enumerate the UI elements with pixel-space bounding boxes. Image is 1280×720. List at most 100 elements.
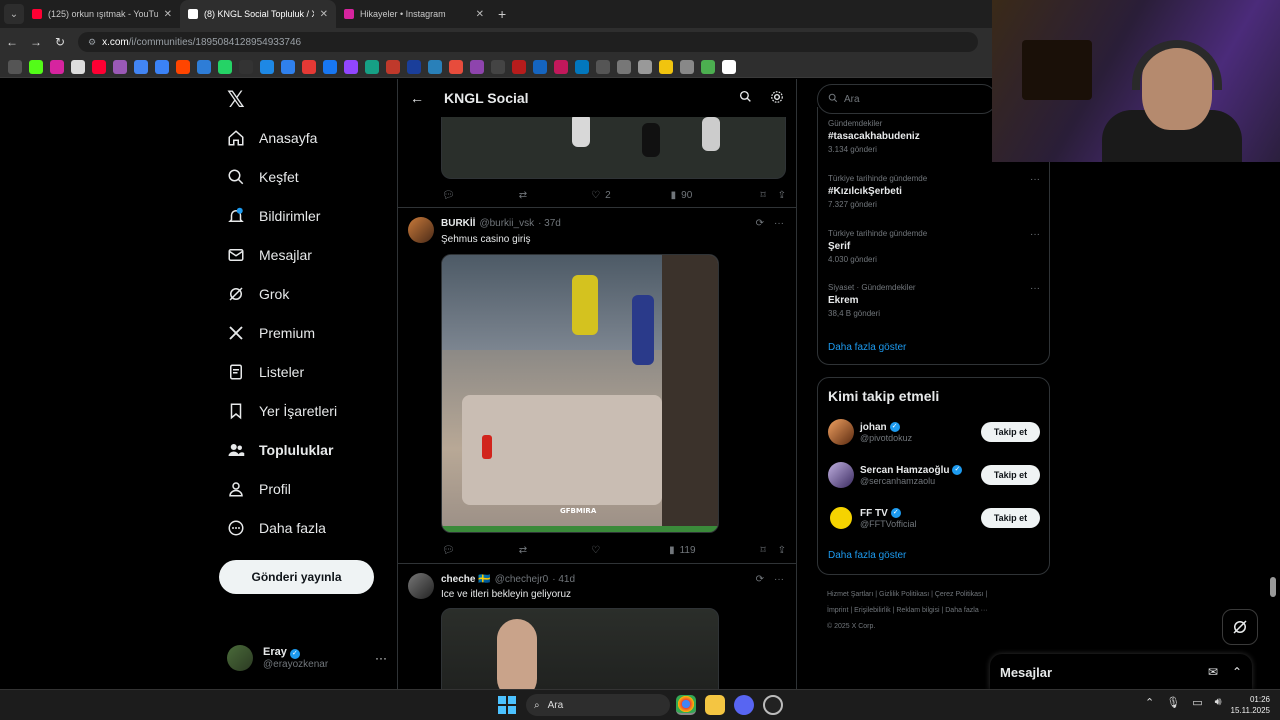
bookmark-icon[interactable] <box>638 59 652 74</box>
close-icon[interactable]: ✕ <box>320 9 328 20</box>
retweet-icon[interactable]: ⇄ <box>519 545 527 556</box>
tab-search-button[interactable]: ⌄ <box>4 4 24 24</box>
bookmark-icon[interactable] <box>449 59 463 74</box>
x-logo-icon[interactable]: 𝕏 <box>227 87 245 113</box>
bookmark-icon[interactable] <box>302 59 316 74</box>
nav-item-messages[interactable]: Mesajlar <box>227 246 312 264</box>
views-button[interactable]: ▮ 119 <box>669 545 695 556</box>
discord-icon[interactable] <box>734 695 754 715</box>
back-icon[interactable]: ← <box>0 35 24 49</box>
nav-item-grok[interactable]: Grok <box>227 285 289 303</box>
bookmark-icon[interactable] <box>491 59 505 74</box>
apps-icon[interactable] <box>8 59 22 74</box>
more-icon[interactable]: ··· <box>1030 174 1040 185</box>
bookmark-icon[interactable] <box>596 59 610 74</box>
expand-icon[interactable]: ⌃ <box>1232 665 1242 679</box>
post-button[interactable]: Gönderi yayınla <box>219 560 374 594</box>
bookmark-icon[interactable] <box>554 59 568 74</box>
bookmark-icon[interactable] <box>386 59 400 74</box>
grok-icon[interactable]: ⟳ <box>756 574 764 585</box>
scrollbar[interactable] <box>1270 577 1276 597</box>
author-name[interactable]: cheche 🇸🇪 <box>441 574 491 585</box>
bookmark-icon[interactable] <box>281 59 295 74</box>
nav-item-lists[interactable]: Listeler <box>227 363 304 381</box>
url-input[interactable]: ⚙ x.com/i/communities/189508412895493374… <box>78 32 978 52</box>
tab-instagram[interactable]: Hikayeler • Instagram ✕ <box>336 0 492 28</box>
post-time[interactable]: · 41d <box>552 574 575 585</box>
post[interactable]: cheche 🇸🇪 @chechejr0 · 41d ⟳ ··· Ice ve … <box>398 563 796 689</box>
nav-item-profile[interactable]: Profil <box>227 480 291 498</box>
more-icon[interactable]: ··· <box>375 651 387 665</box>
follow-button[interactable]: Takip et <box>981 465 1040 485</box>
microphone-icon[interactable]: 🎙︎ <box>1166 696 1180 709</box>
grok-icon[interactable]: ⟳ <box>756 218 764 229</box>
search-icon[interactable] <box>739 90 752 107</box>
bookmark-icon[interactable]: ⌑ <box>760 190 765 201</box>
follow-suggestion[interactable]: FF TV ✓ @FFTVofficial Takip et <box>828 503 1040 533</box>
more-icon[interactable]: ··· <box>1030 229 1040 240</box>
bookmark-icon[interactable] <box>197 59 211 74</box>
follow-button[interactable]: Takip et <box>981 508 1040 528</box>
bookmark-icon[interactable] <box>260 59 274 74</box>
follow-button[interactable]: Takip et <box>981 422 1040 442</box>
grok-button[interactable] <box>1222 609 1258 645</box>
author-handle[interactable]: @chechejr0 <box>495 574 549 585</box>
show-more-link[interactable]: Daha fazla göster <box>828 342 906 353</box>
bookmark-icon[interactable] <box>239 59 253 74</box>
video-progress[interactable] <box>442 526 718 532</box>
reload-icon[interactable]: ↻ <box>48 35 72 49</box>
like-button[interactable]: ♡ <box>591 545 605 556</box>
more-icon[interactable]: ··· <box>1030 283 1040 294</box>
bookmark-icon[interactable] <box>680 59 694 74</box>
footer-line[interactable]: Hizmet Şartları | Gizlilik Politikası | … <box>827 587 1042 603</box>
settings-gear-icon[interactable] <box>770 90 784 107</box>
footer-line[interactable]: İmprint | Erişilebilirlik | Reklam bilgi… <box>827 603 1042 619</box>
retweet-icon[interactable]: ⇄ <box>519 190 527 201</box>
follow-suggestion[interactable]: Sercan Hamzaoğlu ✓ @sercanhamzaolu Takip … <box>828 460 1040 490</box>
bookmark-icon[interactable] <box>29 59 43 74</box>
back-arrow-icon[interactable]: ← <box>410 90 424 106</box>
clock[interactable]: 01:26 15.11.2025 <box>1226 694 1270 716</box>
bookmark-icon[interactable] <box>344 59 358 74</box>
reply-icon[interactable]: 💬︎ <box>442 545 455 556</box>
nav-item-notifications[interactable]: Bildirimler <box>227 207 320 225</box>
avatar[interactable] <box>408 217 434 243</box>
bookmark-icon[interactable] <box>134 59 148 74</box>
trend-item[interactable]: Türkiye tarihinde gündemde #KızılcıkŞerb… <box>828 174 1040 209</box>
close-icon[interactable]: ✕ <box>164 9 172 20</box>
taskbar-search[interactable]: ⌕ Ara <box>526 694 670 716</box>
bookmark-icon[interactable] <box>407 59 421 74</box>
bookmark-icon[interactable] <box>470 59 484 74</box>
post[interactable]: BURKİİ @burkii_vsk · 37d ⟳ ··· Şehmus ca… <box>398 207 796 563</box>
views-button[interactable]: ▮ 90 <box>671 190 693 201</box>
avatar[interactable] <box>408 573 434 599</box>
bookmark-icon[interactable] <box>92 59 106 74</box>
post-time[interactable]: · 37d <box>538 218 561 229</box>
bookmark-icon[interactable] <box>71 59 85 74</box>
author-handle[interactable]: @burkii_vsk <box>479 218 534 229</box>
bookmark-icon[interactable] <box>365 59 379 74</box>
file-explorer-icon[interactable] <box>705 695 725 715</box>
reply-icon[interactable]: 💬︎ <box>442 190 455 201</box>
trend-item[interactable]: Türkiye tarihinde gündemde Şerif 4.030 g… <box>828 229 1040 264</box>
nav-item-more[interactable]: Daha fazla <box>227 519 326 537</box>
post-video[interactable]: GFBMIRA <box>441 254 719 533</box>
bookmark-icon[interactable] <box>512 59 526 74</box>
nav-item-premium[interactable]: Premium <box>227 324 315 342</box>
network-icon[interactable]: ▭ <box>1192 696 1202 709</box>
bookmark-icon[interactable] <box>701 59 715 74</box>
bookmark-icon[interactable] <box>113 59 127 74</box>
account-switcher[interactable]: Eray ✓ @erayozkenar ··· <box>227 643 387 673</box>
tab-youtube[interactable]: (125) orkun ışıtmak - YouTube ✕ <box>24 0 180 28</box>
chrome-icon[interactable] <box>676 695 696 715</box>
nav-item-communities[interactable]: Topluluklar <box>227 441 333 459</box>
trend-item[interactable]: Siyaset · Gündemdekiler Ekrem 38,4 B gön… <box>828 283 1040 318</box>
messages-drawer[interactable]: Mesajlar ✉ ⌃ <box>990 654 1252 690</box>
bookmark-icon[interactable] <box>575 59 589 74</box>
follow-suggestion[interactable]: johan ✓ @pivotdokuz Takip et <box>828 417 1040 447</box>
new-message-icon[interactable]: ✉ <box>1208 665 1218 679</box>
volume-icon[interactable]: 🔊︎ <box>1215 696 1222 709</box>
bookmark-icon[interactable] <box>533 59 547 74</box>
more-icon[interactable]: ··· <box>774 218 784 229</box>
bookmark-icon[interactable] <box>218 59 232 74</box>
